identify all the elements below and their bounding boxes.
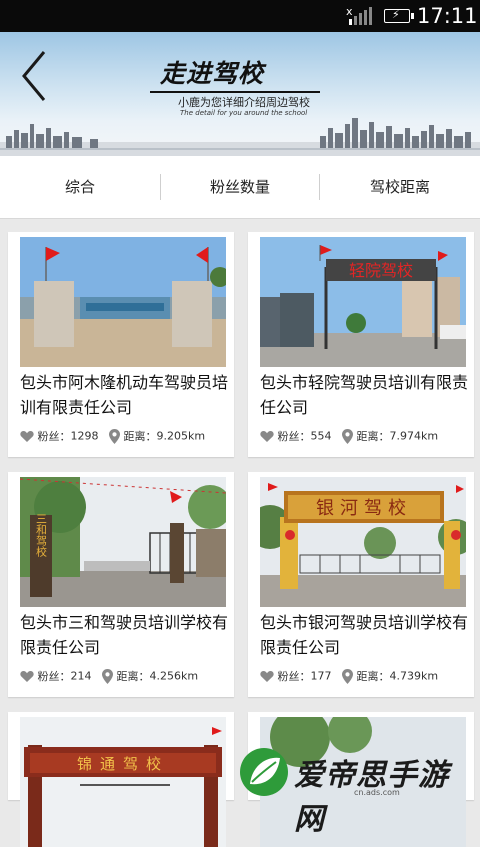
tab-fans-count[interactable]: 粉丝数量 <box>161 156 319 218</box>
school-stats: 粉丝：177 距离：4.739km <box>260 668 438 686</box>
school-card[interactable]: 三和驾校 包头市三和驾驶员培训学校有限责任公司 粉丝：214 距离：4.256k… <box>8 472 234 697</box>
distance-label: 距离： <box>356 670 390 683</box>
svg-text:x: x <box>346 6 353 18</box>
site-watermark: 爱帝思手游网 cn.ads.com <box>238 744 478 837</box>
school-name: 包头市轻院驾驶员培训有限责任公司 <box>260 373 469 417</box>
banner-subtitle: 小鹿为您详细介绍周边驾校 <box>178 96 310 109</box>
watermark-url: cn.ads.com <box>354 788 400 797</box>
heart-icon <box>260 670 274 682</box>
school-photo: 锦通驾校 <box>20 717 226 847</box>
school-stats: 粉丝：214 距离：4.256km <box>20 668 198 686</box>
school-stats: 粉丝：1298 距离：9.205km <box>20 428 205 446</box>
sort-tabs: 综合 粉丝数量 驾校距离 <box>0 156 480 219</box>
heart-icon <box>20 430 34 442</box>
school-photo <box>20 237 226 367</box>
school-photo: 银河驾校 <box>260 477 466 607</box>
fans-label: 粉丝： <box>37 430 71 443</box>
school-card[interactable]: 锦通驾校 <box>8 712 234 847</box>
battery-icon: ⚡ <box>384 8 414 23</box>
fans-label: 粉丝： <box>37 670 71 683</box>
page-title: 走进驾校 <box>160 59 265 88</box>
heart-icon <box>20 670 34 682</box>
status-bar: x ⚡ 17:11 <box>0 0 480 32</box>
school-photo: 轻院驾校 <box>260 237 466 367</box>
school-card[interactable]: 包头市阿木隆机动车驾驶员培训有限责任公司 粉丝：1298 距离：9.205km <box>8 232 234 457</box>
status-time: 17:11 <box>417 4 478 28</box>
back-button[interactable] <box>18 46 54 106</box>
distance-label: 距离： <box>123 430 157 443</box>
tab-overall[interactable]: 综合 <box>0 156 160 218</box>
location-pin-icon <box>342 428 353 444</box>
school-name: 包头市银河驾驶员培训学校有限责任公司 <box>260 613 469 657</box>
banner-subtitle-en: The detail for you around the school <box>180 109 308 117</box>
signal-icon: x <box>346 6 372 25</box>
distance-value: 4.256km <box>149 669 199 683</box>
header-banner: 走进驾校 小鹿为您详细介绍周边驾校 The detail for you aro… <box>0 32 480 156</box>
fans-count: 1298 <box>70 429 99 443</box>
location-pin-icon <box>342 668 353 684</box>
school-card[interactable]: 银河驾校 包头市银河驾驶员培训学校有限责任公司 粉丝：177 距离：4.739k… <box>248 472 474 697</box>
distance-value: 4.739km <box>389 669 439 683</box>
location-pin-icon <box>102 668 113 684</box>
heart-icon <box>260 430 274 442</box>
gate-sign-text: 锦通驾校 <box>77 755 169 773</box>
distance-value: 7.974km <box>389 429 439 443</box>
school-stats: 粉丝：554 距离：7.974km <box>260 428 438 446</box>
school-name: 包头市阿木隆机动车驾驶员培训有限责任公司 <box>20 373 229 417</box>
gate-sign-text: 轻院驾校 <box>349 261 413 280</box>
fans-label: 粉丝： <box>277 670 311 683</box>
gate-sign-text: 三和驾校 <box>35 513 48 558</box>
school-photo: 三和驾校 <box>20 477 226 607</box>
fans-label: 粉丝： <box>277 430 311 443</box>
school-card[interactable]: 轻院驾校 包头市轻院驾驶员培训有限责任公司 粉丝：554 距离：7.974km <box>248 232 474 457</box>
tab-distance[interactable]: 驾校距离 <box>320 156 480 218</box>
leaf-logo-icon <box>240 748 288 796</box>
distance-value: 9.205km <box>156 429 206 443</box>
school-name: 包头市三和驾驶员培训学校有限责任公司 <box>20 613 229 657</box>
fans-count: 177 <box>310 669 332 683</box>
distance-label: 距离： <box>356 430 390 443</box>
fans-count: 214 <box>70 669 92 683</box>
location-pin-icon <box>109 428 120 444</box>
fans-count: 554 <box>310 429 332 443</box>
gate-sign-text: 银河驾校 <box>316 498 412 519</box>
distance-label: 距离： <box>116 670 150 683</box>
